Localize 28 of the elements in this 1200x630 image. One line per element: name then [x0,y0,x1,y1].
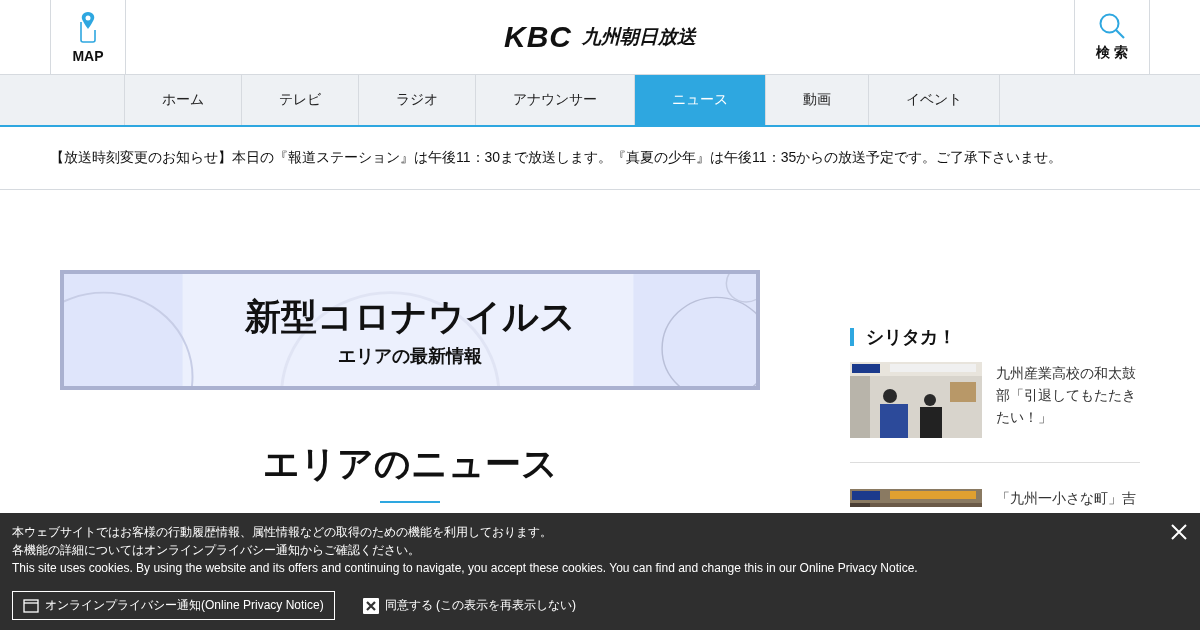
banner[interactable]: 新型コロナウイルス エリアの最新情報 [60,270,760,390]
agree-button[interactable]: 同意する (この表示を再表示しない) [362,597,577,614]
map-link[interactable]: MAP [50,0,126,74]
banner-subtitle: エリアの最新情報 [338,344,482,368]
section-title: エリアのニュース [262,442,558,486]
privacy-notice-button[interactable]: オンラインプライバシー通知(Online Privacy Notice) [12,591,335,620]
logo[interactable]: KBC 九州朝日放送 [504,0,696,74]
sidebar-title: シリタカ！ [850,328,1140,346]
close-icon [1170,523,1188,541]
notice-text: 【放送時刻変更のお知らせ】本日の『報道ステーション』は午後11：30まで放送します。『真夏の少年』は午後11：35からの放送予定です。ご了承下さいませ。 [50,149,1063,167]
banner-title: 新型コロナウイルス [244,294,576,339]
nav-tab[interactable]: ホーム [124,75,242,125]
search-icon [1098,12,1126,40]
cookie-text: This site uses cookies. By using the website and its offers and continuing to navigate, you accept these cookies. You can find and change this in our Online Privacy Notice. [12,560,918,577]
article-link[interactable]: 九州産業高校の和太鼓部「引退してもたたきたい！」 [850,362,1140,463]
nav-tab[interactable]: アナウンサー [475,75,635,125]
window-icon [23,598,39,613]
cookie-text: 本ウェブサイトではお客様の行動履歴情報、属性情報などの取得のための機能を利用しております。 [12,524,552,541]
article-title: 「九州一小さな町」吉 [996,489,1136,507]
map-pin-icon [77,10,99,44]
search-button[interactable]: 検 索 [1074,0,1150,74]
nav-tab[interactable]: イベント [868,75,1000,125]
article-title: 九州産業高校の和太鼓部「引退してもたたきたい！」 [996,364,1137,427]
close-icon [362,597,379,614]
nav-tab[interactable]: 動画 [765,75,869,125]
nav-tab[interactable]: テレビ [241,75,359,125]
cookie-text: 各機能の詳細についてはオンラインプライバシー通知からご確認ください。 [12,542,420,559]
nav-tab[interactable]: ラジオ [358,75,476,125]
